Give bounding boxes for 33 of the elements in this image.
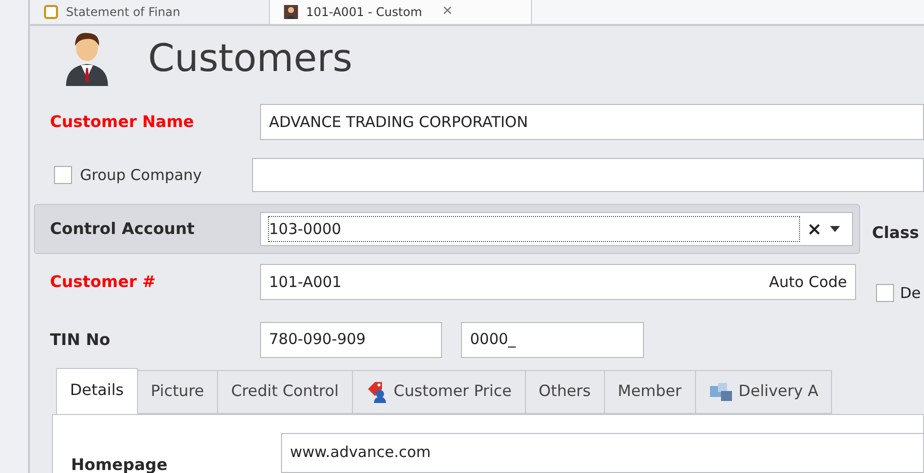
field-label: Homepage — [71, 454, 168, 473]
text-field[interactable]: ADVANCE TRADING CORPORATION — [260, 104, 924, 140]
tab[interactable]: Details — [56, 368, 138, 414]
field-label: Class — [872, 222, 920, 244]
field-label: Customer # — [50, 271, 157, 294]
dropdown-icon[interactable] — [830, 226, 840, 232]
checkbox[interactable] — [54, 166, 72, 184]
text-field[interactable]: 780-090-909 — [260, 322, 442, 358]
tab[interactable]: Customer Price — [352, 370, 526, 414]
page-title: Customers — [148, 39, 352, 77]
document-tab[interactable]: Statement of Finan — [30, 0, 270, 24]
document-icon — [44, 5, 58, 19]
field-label: Customer Name — [50, 111, 195, 133]
tab[interactable]: Picture — [138, 370, 218, 414]
field-label: Control Account — [50, 218, 196, 240]
checkbox-label: Group Company — [80, 164, 202, 186]
field-label: TIN No — [50, 328, 112, 350]
checkbox[interactable] — [876, 284, 894, 302]
close-icon[interactable]: ✕ — [442, 2, 453, 22]
tab[interactable]: Others — [526, 370, 605, 414]
tab[interactable]: Delivery A — [696, 370, 832, 414]
document-tab[interactable]: 101-A001 - Custom ✕ — [270, 0, 532, 24]
tab[interactable]: Member — [604, 370, 696, 414]
clear-icon[interactable]: × — [806, 216, 822, 242]
text-field[interactable]: www.advance.com — [281, 432, 923, 472]
text-field[interactable]: 101-A001 Auto Code — [260, 264, 856, 300]
text-field[interactable]: 0000_ — [461, 322, 644, 358]
combo-box[interactable]: 103-0000 × — [260, 212, 853, 246]
checkbox-label: De — [900, 283, 921, 304]
auto-code-hint: Auto Code — [769, 272, 847, 293]
tab[interactable]: Credit Control — [218, 370, 353, 414]
text-field[interactable] — [252, 158, 924, 192]
person-icon — [284, 5, 298, 19]
